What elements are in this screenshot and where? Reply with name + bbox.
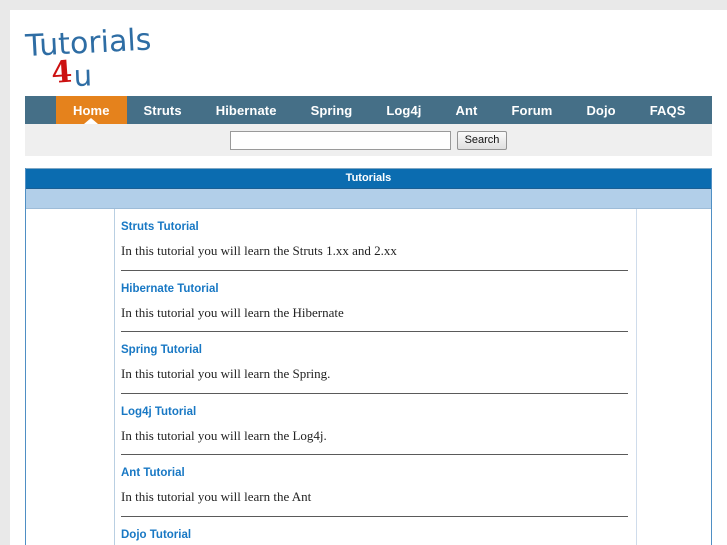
nav-item-spring[interactable]: Spring	[294, 96, 370, 124]
tutorial-description: In this tutorial you will learn the Hibe…	[121, 304, 344, 320]
nav-item-label: Hibernate	[215, 102, 277, 118]
search-button[interactable]: Search	[456, 130, 508, 150]
list-item: Dojo Tutorial	[121, 517, 628, 541]
tutorial-link-hibernate[interactable]: Hibernate Tutorial	[121, 283, 628, 295]
list-item: Spring Tutorial In this tutorial you wil…	[121, 332, 628, 394]
site-header: Tutorials 4 u	[10, 10, 727, 96]
tutorial-list: Struts Tutorial In this tutorial you wil…	[115, 209, 636, 541]
right-sidebar-column	[637, 209, 711, 545]
list-item: Hibernate Tutorial In this tutorial you …	[121, 271, 628, 333]
nav-item-label: Dojo	[586, 102, 616, 118]
nav-item-label: Struts	[143, 102, 182, 118]
page-container: Tutorials 4 u Home Struts Hibernate Spri…	[10, 10, 727, 545]
tutorials-panel: Tutorials Struts Tutorial In this tutori…	[25, 168, 712, 545]
list-item: Struts Tutorial In this tutorial you wil…	[121, 209, 628, 271]
nav-item-log4j[interactable]: Log4j	[369, 96, 438, 124]
logo-letter-u: u	[73, 58, 93, 90]
tutorial-link-struts[interactable]: Struts Tutorial	[121, 221, 628, 233]
nav-item-dojo[interactable]: Dojo	[569, 96, 632, 124]
tutorial-link-ant[interactable]: Ant Tutorial	[121, 467, 628, 479]
nav-left-spacer	[25, 96, 56, 124]
tutorial-description: In this tutorial you will learn the Ant	[121, 489, 312, 505]
nav-item-label: FAQS	[649, 102, 686, 118]
panel-title: Tutorials	[26, 168, 711, 189]
tutorial-link-dojo[interactable]: Dojo Tutorial	[121, 529, 628, 541]
search-input[interactable]	[229, 130, 451, 150]
tutorial-description: In this tutorial you will learn the Spri…	[121, 366, 331, 382]
list-item: Ant Tutorial In this tutorial you will l…	[121, 455, 628, 517]
main-navigation: Home Struts Hibernate Spring Log4j Ant F…	[25, 96, 712, 124]
main-content-column: Struts Tutorial In this tutorial you wil…	[115, 209, 637, 545]
site-logo[interactable]: Tutorials 4 u	[22, 20, 152, 90]
active-tab-pointer-icon	[84, 118, 99, 124]
left-sidebar-column	[26, 209, 115, 545]
panel-subbar	[26, 189, 711, 209]
search-bar: Search	[25, 124, 712, 156]
panel-body: Struts Tutorial In this tutorial you wil…	[26, 209, 711, 545]
nav-item-forum[interactable]: Forum	[494, 96, 569, 124]
tutorial-link-log4j[interactable]: Log4j Tutorial	[121, 406, 628, 418]
nav-item-label: Home	[73, 102, 110, 118]
nav-item-label: Spring	[310, 102, 353, 118]
nav-item-struts[interactable]: Struts	[127, 96, 199, 124]
tutorial-link-spring[interactable]: Spring Tutorial	[121, 344, 628, 356]
nav-item-faqs[interactable]: FAQS	[633, 96, 703, 124]
nav-item-home[interactable]: Home	[56, 96, 127, 124]
nav-item-ant[interactable]: Ant	[439, 96, 495, 124]
tutorial-description: In this tutorial you will learn the Stru…	[121, 243, 397, 258]
list-item: Log4j Tutorial In this tutorial you will…	[121, 394, 628, 456]
nav-item-hibernate[interactable]: Hibernate	[199, 96, 294, 124]
nav-item-label: Ant	[455, 102, 478, 118]
nav-item-label: Forum	[511, 102, 553, 118]
tutorial-description: In this tutorial you will learn the Log4…	[121, 427, 327, 443]
logo-digit-four: 4	[50, 55, 73, 90]
nav-item-label: Log4j	[386, 102, 422, 118]
